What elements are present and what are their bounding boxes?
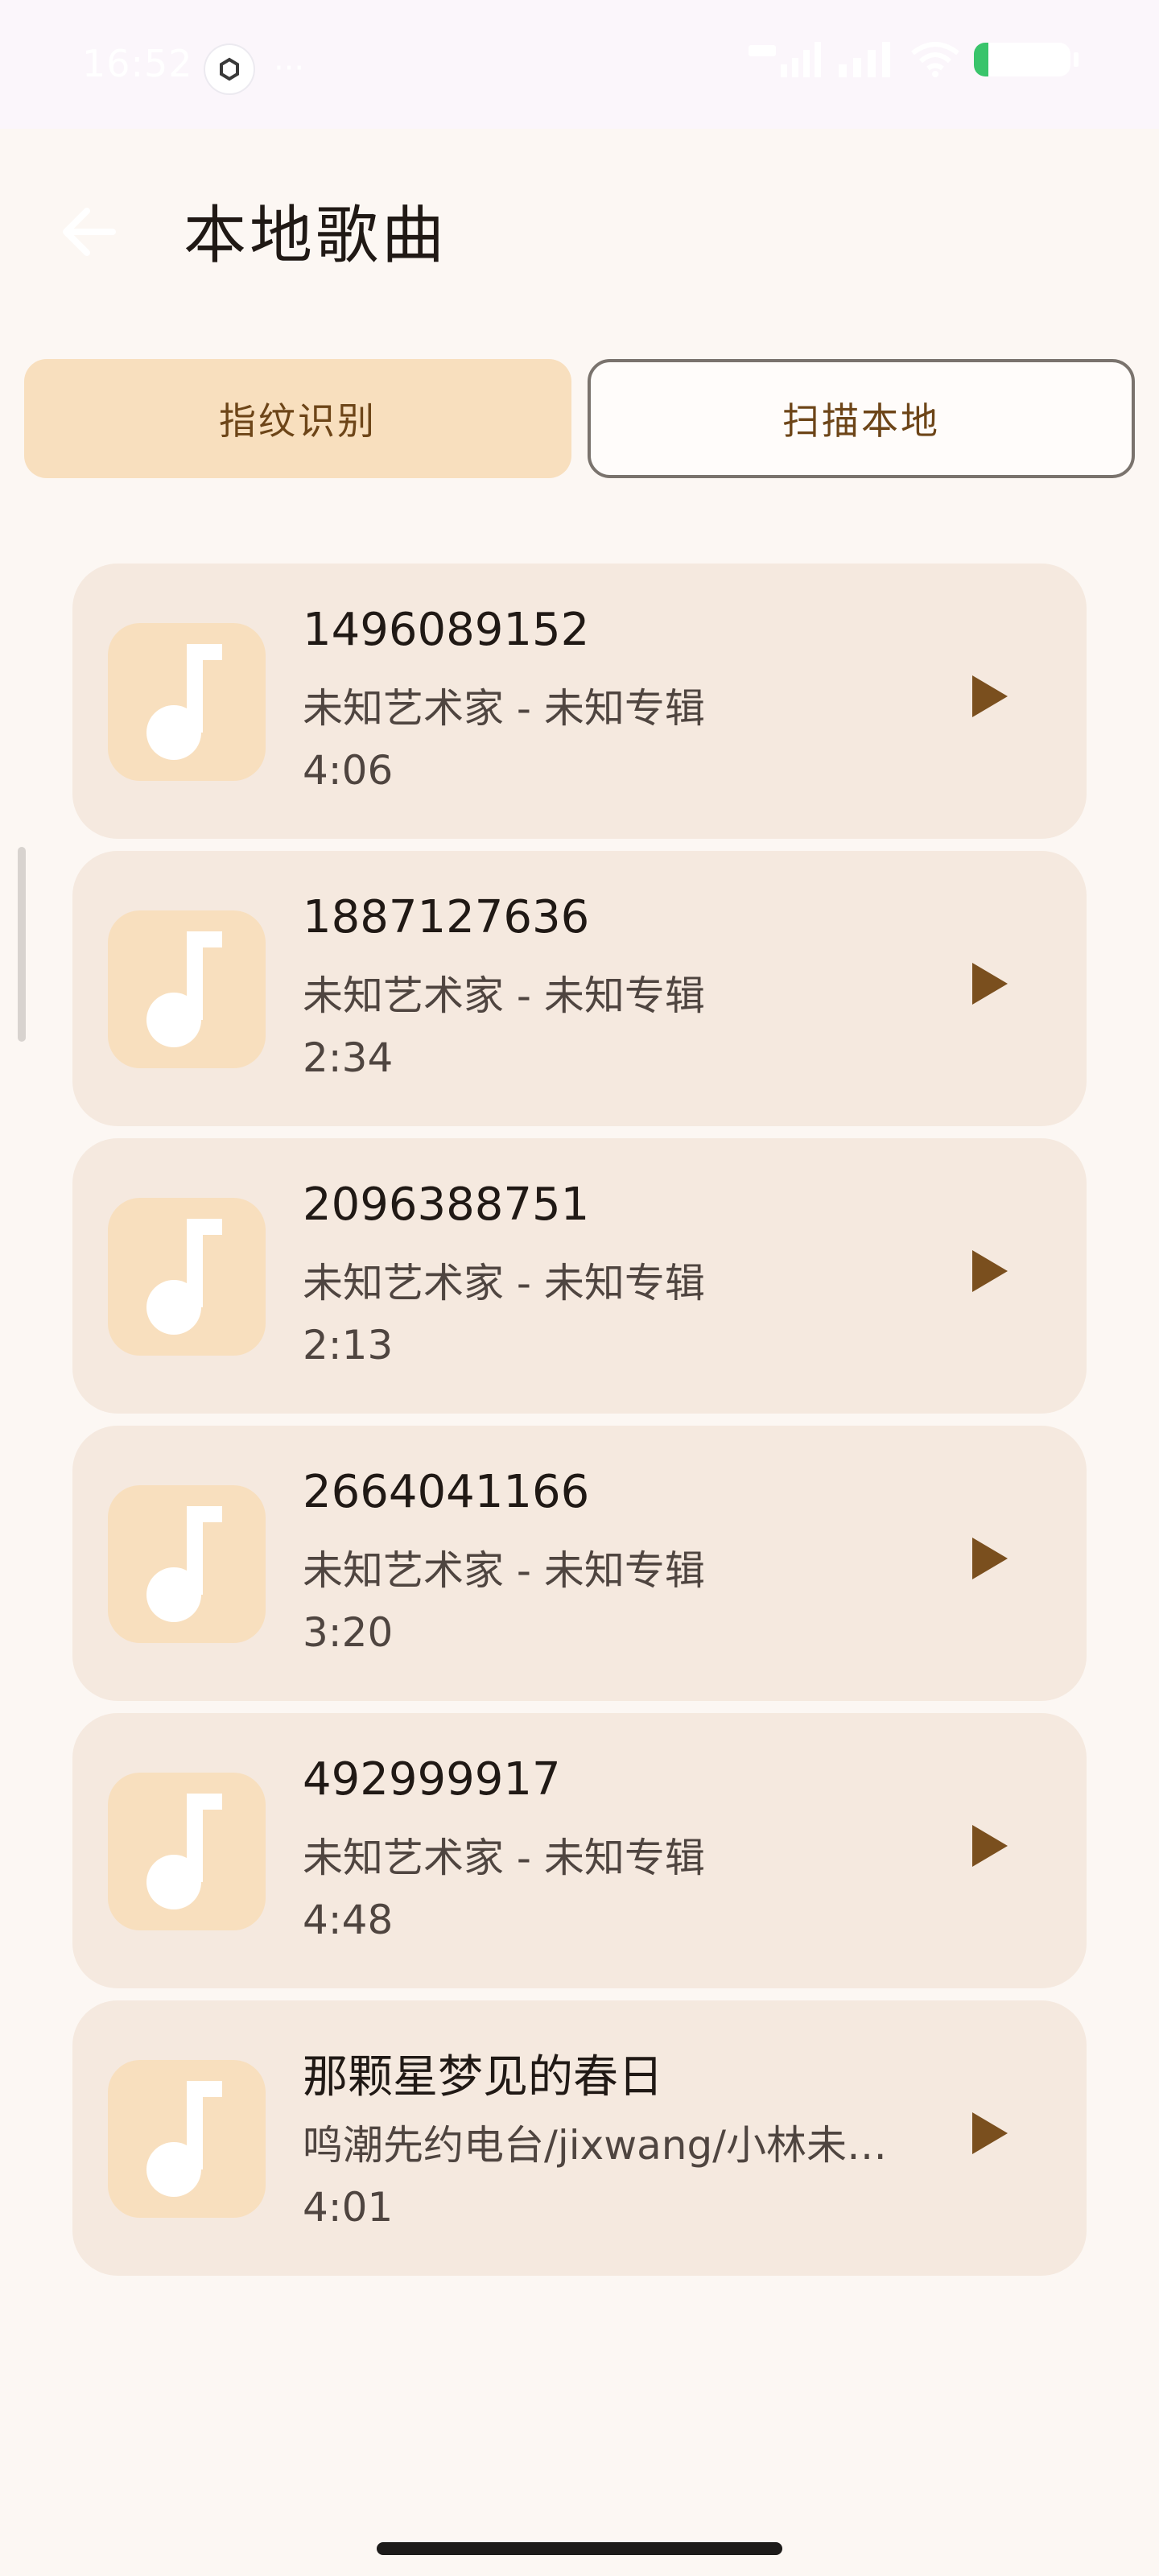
song-title: 那颗星梦见的春日: [303, 2051, 663, 2103]
album-cover: [108, 1773, 266, 1930]
song-card[interactable]: 那颗星梦见的春日 鸣潮先约电台/jixwang/小林未… 4:01: [72, 2000, 1087, 2276]
signal-icon: [749, 42, 821, 77]
play-button[interactable]: [958, 2101, 1022, 2165]
song-title: 2664041166: [303, 1466, 590, 1518]
song-artist-album: 鸣潮先约电台/jixwang/小林未…: [303, 2122, 888, 2169]
play-icon: [972, 675, 1008, 717]
play-button[interactable]: [958, 1814, 1022, 1878]
song-duration: 3:20: [303, 1609, 394, 1656]
status-icons: [749, 42, 1079, 77]
song-artist-album: 未知艺术家 - 未知专辑: [303, 972, 705, 1019]
play-icon: [972, 1250, 1008, 1292]
song-card[interactable]: 1887127636 未知艺术家 - 未知专辑 2:34: [72, 851, 1087, 1126]
arrow-left-icon[interactable]: [56, 200, 121, 264]
wifi-icon: [911, 42, 959, 77]
tab-scan-local[interactable]: 扫描本地: [588, 359, 1135, 478]
play-icon: [972, 963, 1008, 1005]
play-button[interactable]: [958, 664, 1022, 729]
app-notification-icon: [205, 45, 254, 93]
tab-row: 指纹识别 扫描本地: [24, 359, 1135, 480]
song-duration: 2:13: [303, 1322, 394, 1368]
album-cover: [108, 1485, 266, 1643]
song-title: 2096388751: [303, 1179, 590, 1231]
status-more-indicator: ···: [274, 50, 305, 87]
music-note-icon: [146, 1219, 222, 1335]
music-note-icon: [146, 1794, 222, 1909]
song-duration: 4:06: [303, 747, 394, 794]
home-indicator[interactable]: [377, 2542, 782, 2555]
song-title: 1496089152: [303, 604, 590, 656]
song-duration: 4:01: [303, 2184, 394, 2231]
song-title: 492999917: [303, 1753, 561, 1806]
song-duration: 2:34: [303, 1034, 394, 1081]
song-artist-album: 未知艺术家 - 未知专辑: [303, 685, 705, 732]
page-title: 本地歌曲: [184, 200, 448, 272]
play-icon: [972, 1825, 1008, 1867]
album-cover: [108, 2060, 266, 2218]
song-artist-album: 未知艺术家 - 未知专辑: [303, 1260, 705, 1307]
play-button[interactable]: [958, 1526, 1022, 1591]
play-icon: [972, 1538, 1008, 1579]
song-list: 1496089152 未知艺术家 - 未知专辑 4:06 1887127636 …: [72, 564, 1087, 2288]
scrollbar-thumb[interactable]: [18, 847, 26, 1042]
play-icon: [972, 2112, 1008, 2154]
app-bar: 本地歌曲: [0, 129, 1159, 322]
play-button[interactable]: [958, 952, 1022, 1016]
signal-icon: [839, 42, 890, 77]
music-note-icon: [146, 1506, 222, 1622]
status-time: 16:52: [82, 42, 193, 85]
music-note-icon: [146, 2081, 222, 2197]
song-card[interactable]: 1496089152 未知艺术家 - 未知专辑 4:06: [72, 564, 1087, 839]
music-note-icon: [146, 644, 222, 760]
battery-icon: [974, 43, 1079, 76]
play-button[interactable]: [958, 1239, 1022, 1303]
status-bar: 16:52 ···: [0, 0, 1159, 129]
song-card[interactable]: 2664041166 未知艺术家 - 未知专辑 3:20: [72, 1426, 1087, 1701]
song-card[interactable]: 492999917 未知艺术家 - 未知专辑 4:48: [72, 1713, 1087, 1988]
song-duration: 4:48: [303, 1897, 394, 1943]
album-cover: [108, 910, 266, 1068]
album-cover: [108, 1198, 266, 1356]
album-cover: [108, 623, 266, 781]
song-artist-album: 未知艺术家 - 未知专辑: [303, 1547, 705, 1594]
song-card[interactable]: 2096388751 未知艺术家 - 未知专辑 2:13: [72, 1138, 1087, 1414]
music-note-icon: [146, 931, 222, 1047]
song-artist-album: 未知艺术家 - 未知专辑: [303, 1835, 705, 1881]
tab-fingerprint-recognition[interactable]: 指纹识别: [24, 359, 571, 478]
song-title: 1887127636: [303, 891, 590, 943]
